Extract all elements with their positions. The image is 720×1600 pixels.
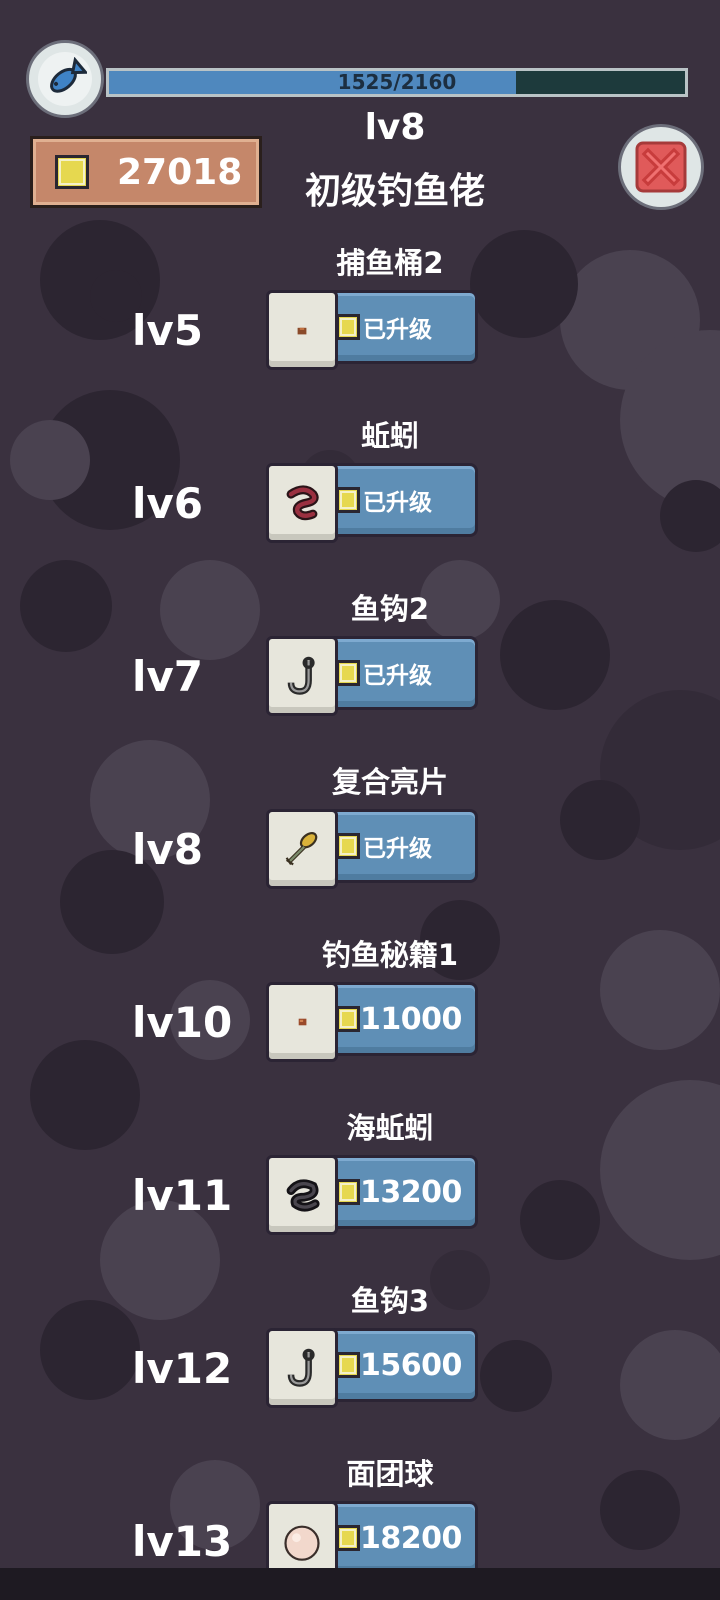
hook-icon	[287, 1348, 315, 1387]
item-name: 捕鱼桶2	[336, 246, 444, 280]
coin-icon	[336, 1352, 360, 1378]
button-body: 18200	[326, 1501, 478, 1568]
item-name: 鱼钩2	[350, 592, 430, 626]
coin-icon	[336, 314, 360, 340]
buy-upgrade-button[interactable]: 15600	[266, 1328, 484, 1408]
sea-worm-icon	[286, 1179, 320, 1212]
button-body: 11000	[326, 982, 478, 1056]
button-body: 已升级	[326, 636, 478, 710]
book-icon	[298, 1018, 307, 1026]
upgraded-button[interactable]: 已升级	[266, 636, 484, 716]
coin-icon	[336, 1525, 360, 1551]
button-body: 已升级	[326, 809, 478, 883]
button-body: 已升级	[326, 463, 478, 537]
bottom-bar	[0, 1568, 720, 1600]
upgrade-row: 捕鱼桶2 lv5 已升级	[0, 240, 720, 416]
buy-upgrade-button[interactable]: 11000	[266, 982, 484, 1062]
upgrade-row: 鱼钩3 lv12 15600	[0, 1278, 720, 1454]
upgrade-row: 鱼钩2 lv7 已升级	[0, 586, 720, 762]
item-icon-frame	[266, 982, 338, 1062]
item-icon-frame	[266, 636, 338, 716]
button-body: 13200	[326, 1155, 478, 1229]
upgraded-button[interactable]: 已升级	[266, 463, 484, 543]
required-level: lv12	[132, 1344, 233, 1393]
upgraded-label: 已升级	[363, 663, 432, 689]
spinner-lure-icon	[285, 832, 318, 866]
required-level: lv11	[132, 1171, 233, 1220]
price-label: 15600	[360, 1347, 462, 1383]
price-label: 11000	[360, 1001, 462, 1037]
item-icon-frame	[266, 1501, 338, 1568]
upgrade-row: 复合亮片 lv8 已升级	[0, 759, 720, 935]
item-name: 鱼钩3	[350, 1284, 430, 1318]
upgrade-row: 钓鱼秘籍1 lv10 11000	[0, 932, 720, 1108]
price-label: 18200	[360, 1520, 462, 1556]
hook-icon	[287, 656, 315, 695]
upgrade-list[interactable]: 捕鱼桶2 lv5 已升级 蚯蚓 lv6 已升级 鱼钩2 lv7 已升级 复合亮片 lv8 已升级 钓鱼秘…	[0, 0, 720, 1568]
item-icon-frame	[266, 290, 338, 370]
item-name: 钓鱼秘籍1	[321, 938, 459, 972]
required-level: lv5	[132, 306, 203, 355]
upgrade-row: 面团球 lv13 18200	[0, 1451, 720, 1568]
item-name: 面团球	[346, 1457, 434, 1491]
upgraded-label: 已升级	[363, 490, 432, 516]
upgrade-row: 海蚯蚓 lv11 13200	[0, 1105, 720, 1281]
upgraded-label: 已升级	[363, 317, 432, 343]
worm-icon	[286, 485, 319, 521]
item-name: 复合亮片	[331, 765, 448, 799]
dough-ball-icon	[284, 1525, 320, 1561]
item-name: 海蚯蚓	[346, 1111, 434, 1145]
coin-icon	[336, 1179, 360, 1205]
upgraded-label: 已升级	[363, 836, 432, 862]
upgrade-row: 蚯蚓 lv6 已升级	[0, 413, 720, 589]
item-icon-frame	[266, 1328, 338, 1408]
required-level: lv10	[132, 998, 233, 1047]
button-body: 15600	[326, 1328, 478, 1402]
upgraded-button[interactable]: 已升级	[266, 809, 484, 889]
item-name: 蚯蚓	[360, 419, 419, 453]
required-level: lv13	[132, 1517, 233, 1566]
item-icon-frame	[266, 809, 338, 889]
coin-icon	[336, 1006, 360, 1032]
item-icon-frame	[266, 1155, 338, 1235]
buy-upgrade-button[interactable]: 18200	[266, 1501, 484, 1568]
coin-icon	[336, 487, 360, 513]
required-level: lv7	[132, 652, 203, 701]
game-screen: 1525/2160 27018 lv8 初级钓鱼佬 捕鱼桶2 lv5 已升级 蚯蚓 lv…	[0, 0, 720, 1600]
button-body: 已升级	[326, 290, 478, 364]
required-level: lv8	[132, 825, 203, 874]
buy-upgrade-button[interactable]: 13200	[266, 1155, 484, 1235]
coin-icon	[336, 833, 360, 859]
item-icon-frame	[266, 463, 338, 543]
upgraded-button[interactable]: 已升级	[266, 290, 484, 370]
coin-icon	[336, 660, 360, 686]
pellet-icon	[297, 327, 307, 335]
price-label: 13200	[360, 1174, 462, 1210]
required-level: lv6	[132, 479, 203, 528]
